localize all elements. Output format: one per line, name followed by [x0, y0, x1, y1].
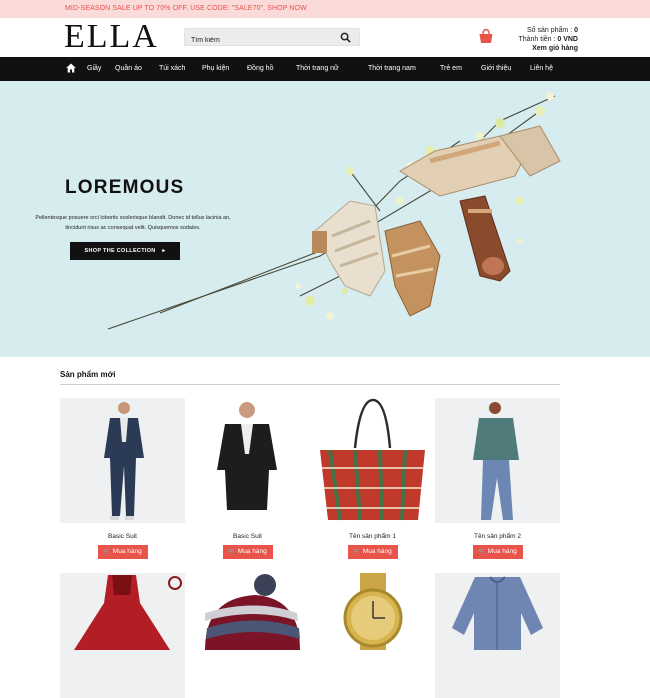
product-card[interactable] — [185, 573, 310, 698]
shopping-cart-icon: 🛒 — [478, 549, 486, 555]
red-dress-illustration — [74, 575, 182, 650]
product-card[interactable]: Tên sản phẩm 1 🛒 Mua hàng — [310, 398, 435, 559]
nav-item-quan-ao[interactable]: Quần áo — [115, 57, 142, 81]
product-name[interactable]: Basic Suit — [60, 533, 185, 540]
shop-collection-label: SHOP THE COLLECTION — [84, 248, 156, 254]
view-cart-link[interactable]: Xem giỏ hàng — [496, 44, 578, 53]
buy-button[interactable]: 🛒 Mua hàng — [222, 545, 273, 559]
nav-item-tre-em[interactable]: Trẻ em — [440, 57, 462, 81]
sandal-tan — [384, 220, 441, 317]
section-title: Sản phẩm mới — [60, 370, 116, 379]
search-box — [184, 28, 360, 49]
man-suit-illustration — [104, 402, 144, 520]
nav-item-phu-kien[interactable]: Phụ kiện — [202, 57, 229, 81]
main-nav: Giầy Quần áo Túi xách Phụ kiện Đồng hồ T… — [0, 57, 650, 81]
product-card[interactable] — [435, 573, 560, 698]
nav-item-thoi-trang-nam[interactable]: Thời trang nam — [368, 57, 416, 81]
nav-item-dong-ho[interactable]: Đồng hồ — [247, 57, 273, 81]
buy-button[interactable]: 🛒 Mua hàng — [472, 545, 523, 559]
product-card[interactable]: Tên sản phẩm 2 🛒 Mua hàng — [435, 398, 560, 559]
sandal-beige — [312, 200, 386, 297]
shopping-cart-icon: 🛒 — [353, 549, 361, 555]
buy-label: Mua hàng — [362, 548, 392, 555]
cart-total-value: 0 VND — [557, 36, 578, 43]
cart-summary: Số sản phẩm : 0 Thành tiền : 0 VND Xem g… — [496, 26, 578, 53]
product-card[interactable] — [60, 573, 185, 698]
shop-collection-button[interactable]: SHOP THE COLLECTION ▸ — [70, 242, 180, 260]
buy-label: Mua hàng — [237, 548, 267, 555]
nav-item-tui-xach[interactable]: Túi xách — [159, 57, 185, 81]
product-image[interactable] — [60, 573, 185, 698]
shopping-cart-icon: 🛒 — [228, 549, 236, 555]
product-name[interactable]: Tên sản phẩm 1 — [310, 533, 435, 540]
hero-banner[interactable]: LOREMOUS Pellentesque posuere orci lobor… — [0, 81, 650, 357]
sandal-brown — [459, 195, 511, 282]
cart-total: Thành tiền : 0 VND — [496, 35, 578, 44]
cart-icon[interactable] — [478, 28, 494, 44]
woman-outfit-illustration — [473, 402, 519, 520]
nav-item-thoi-trang-nu[interactable]: Thời trang nữ — [296, 57, 339, 81]
buy-button[interactable]: 🛒 Mua hàng — [347, 545, 398, 559]
buy-button[interactable]: 🛒 Mua hàng — [97, 545, 148, 559]
product-name[interactable]: Tên sản phẩm 2 — [435, 533, 560, 540]
man-black-suit-illustration — [217, 402, 277, 510]
section-divider — [60, 384, 560, 385]
home-icon[interactable] — [66, 63, 76, 73]
product-image[interactable] — [60, 398, 185, 523]
beanie-illustration — [205, 574, 300, 650]
shopping-cart-icon: 🛒 — [103, 549, 111, 555]
chevron-right-icon: ▸ — [162, 248, 166, 254]
product-image[interactable] — [185, 398, 310, 523]
product-card[interactable] — [310, 573, 435, 698]
gold-watch-illustration — [343, 573, 403, 650]
product-image[interactable] — [310, 398, 435, 523]
buy-label: Mua hàng — [487, 548, 517, 555]
product-image[interactable] — [435, 398, 560, 523]
nav-item-giay[interactable]: Giầy — [87, 57, 101, 81]
hero-description: Pellentesque posuere orci lobortis scele… — [35, 215, 231, 231]
cart-count-label: Số sản phẩm : — [527, 27, 575, 34]
product-image[interactable] — [310, 573, 435, 698]
nav-item-gioi-thieu[interactable]: Giới thiệu — [481, 57, 511, 81]
search-icon[interactable] — [340, 32, 351, 43]
promo-text[interactable]: MID-SEASON SALE UP TO 70% OFF. USE CODE:… — [65, 5, 307, 12]
cart-count: Số sản phẩm : 0 — [496, 26, 578, 35]
logo[interactable]: ELLA — [64, 20, 159, 54]
hero-title: LOREMOUS — [65, 177, 185, 198]
plaid-tote-illustration — [320, 398, 425, 521]
product-card[interactable]: Basic Suit 🛒 Mua hàng — [60, 398, 185, 559]
search-input[interactable] — [185, 32, 335, 49]
cart-count-value: 0 — [574, 27, 578, 34]
product-card[interactable]: Basic Suit 🛒 Mua hàng — [185, 398, 310, 559]
promo-bar[interactable]: MID-SEASON SALE UP TO 70% OFF. USE CODE:… — [0, 0, 650, 18]
header: ELLA Số sản phẩm : 0 Thành tiền : 0 VND … — [0, 18, 650, 57]
product-image[interactable] — [435, 573, 560, 698]
buy-label: Mua hàng — [112, 548, 142, 555]
product-name[interactable]: Basic Suit — [185, 533, 310, 540]
cart-total-label: Thành tiền : — [518, 36, 558, 43]
kids-jacket-illustration — [452, 576, 543, 650]
product-image[interactable] — [185, 573, 310, 698]
nav-item-lien-he[interactable]: Liên hệ — [530, 57, 553, 81]
